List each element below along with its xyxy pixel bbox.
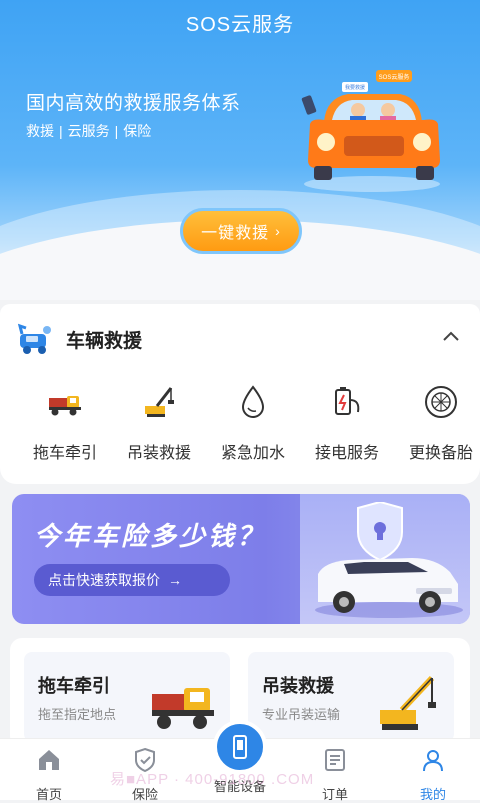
home-icon [39, 750, 59, 770]
banner-title: 今年车险多少钱？ [34, 521, 267, 551]
hero-headline: 国内高效的救援服务体系 [26, 93, 241, 114]
service-tow[interactable]: 拖车牵引 [20, 382, 110, 463]
tab-smart-device[interactable] [213, 720, 267, 774]
service-label: 更换备胎 [408, 445, 473, 462]
section-header: 车辆救援 [18, 322, 142, 356]
tab-insurance[interactable]: 保险 [100, 747, 190, 803]
section-title: 车辆救援 [66, 330, 143, 352]
tag-separator: | [59, 123, 63, 139]
crane-service-card[interactable]: 吊装救援 专业吊装运输 [248, 652, 454, 742]
tab-orders[interactable]: 订单 [290, 747, 380, 803]
arrow-right-icon: → [168, 572, 182, 588]
tab-me[interactable]: 我的 [388, 747, 478, 803]
illustration-badge: SOS云服务 [379, 73, 410, 81]
vehicle-rescue-card: 车辆救援 拖车牵引 吊装救援 紧急加水 接电服务 更换备胎 [0, 304, 480, 484]
crane-icon [145, 387, 174, 417]
shield-check-icon [135, 747, 155, 773]
quote-button-label: 点击快速获取报价 [48, 572, 160, 588]
hero-tag: 云服务 [67, 123, 110, 139]
hero-tag: 救援 [26, 123, 54, 139]
tire-icon [425, 386, 457, 418]
service-label: 紧急加水 [220, 445, 285, 462]
tab-label: 保险 [131, 787, 158, 802]
crane-icon [380, 675, 436, 730]
card-title: 拖车牵引 [38, 676, 110, 696]
service-jumpstart[interactable]: 接电服务 [302, 382, 392, 463]
water-drop-icon [241, 385, 265, 418]
tab-home[interactable]: 首页 [4, 747, 94, 803]
tab-label: 订单 [321, 787, 348, 802]
tag-separator: | [114, 123, 119, 139]
illustration-sign: 我要救援 [345, 84, 365, 91]
service-label: 拖车牵引 [32, 445, 97, 462]
rescue-car-illustration: SOS云服务 我要救援 [301, 70, 440, 192]
service-list: 拖车牵引 吊装救援 紧急加水 接电服务 更换备胎 [0, 382, 480, 472]
service-crane[interactable]: 吊装救援 [114, 382, 204, 463]
tab-label: 我的 [419, 787, 446, 802]
service-water[interactable]: 紧急加水 [208, 382, 298, 463]
chevron-up-icon[interactable] [440, 326, 462, 348]
tow-truck-icon [49, 396, 81, 416]
tow-truck-icon [152, 688, 214, 729]
tab-label: 首页 [35, 787, 62, 802]
insurance-banner[interactable]: 今年车险多少钱？ 点击快速获取报价 → [12, 494, 470, 624]
service-label: 吊装救援 [126, 445, 191, 462]
card-subtitle: 拖至指定地点 [38, 707, 117, 722]
suv-shield-illustration [315, 502, 463, 618]
service-label: 接电服务 [314, 445, 379, 462]
order-icon [325, 749, 345, 771]
vehicle-rescue-icon [18, 323, 51, 354]
chevron-right-icon: › [275, 223, 281, 239]
device-icon [233, 735, 247, 759]
rescue-button-label: 一键救援 [201, 225, 270, 242]
page-title: SOS云服务 [185, 14, 295, 36]
user-icon [423, 750, 443, 772]
hero-tags: 救援 | 云服务 | 保险 [26, 121, 151, 141]
hero-tag: 保险 [123, 123, 152, 139]
card-subtitle: 专业吊装运输 [262, 707, 341, 722]
tow-service-card[interactable]: 拖车牵引 拖至指定地点 [24, 652, 230, 742]
card-title: 吊装救援 [262, 676, 334, 696]
service-spare-tire[interactable]: 更换备胎 [396, 382, 480, 463]
one-click-rescue-button[interactable]: 一键救援 › [180, 208, 302, 254]
battery-plug-icon [335, 387, 360, 415]
get-quote-button[interactable]: 点击快速获取报价 → [34, 564, 230, 596]
tab-label: 智能设备 [213, 779, 266, 794]
